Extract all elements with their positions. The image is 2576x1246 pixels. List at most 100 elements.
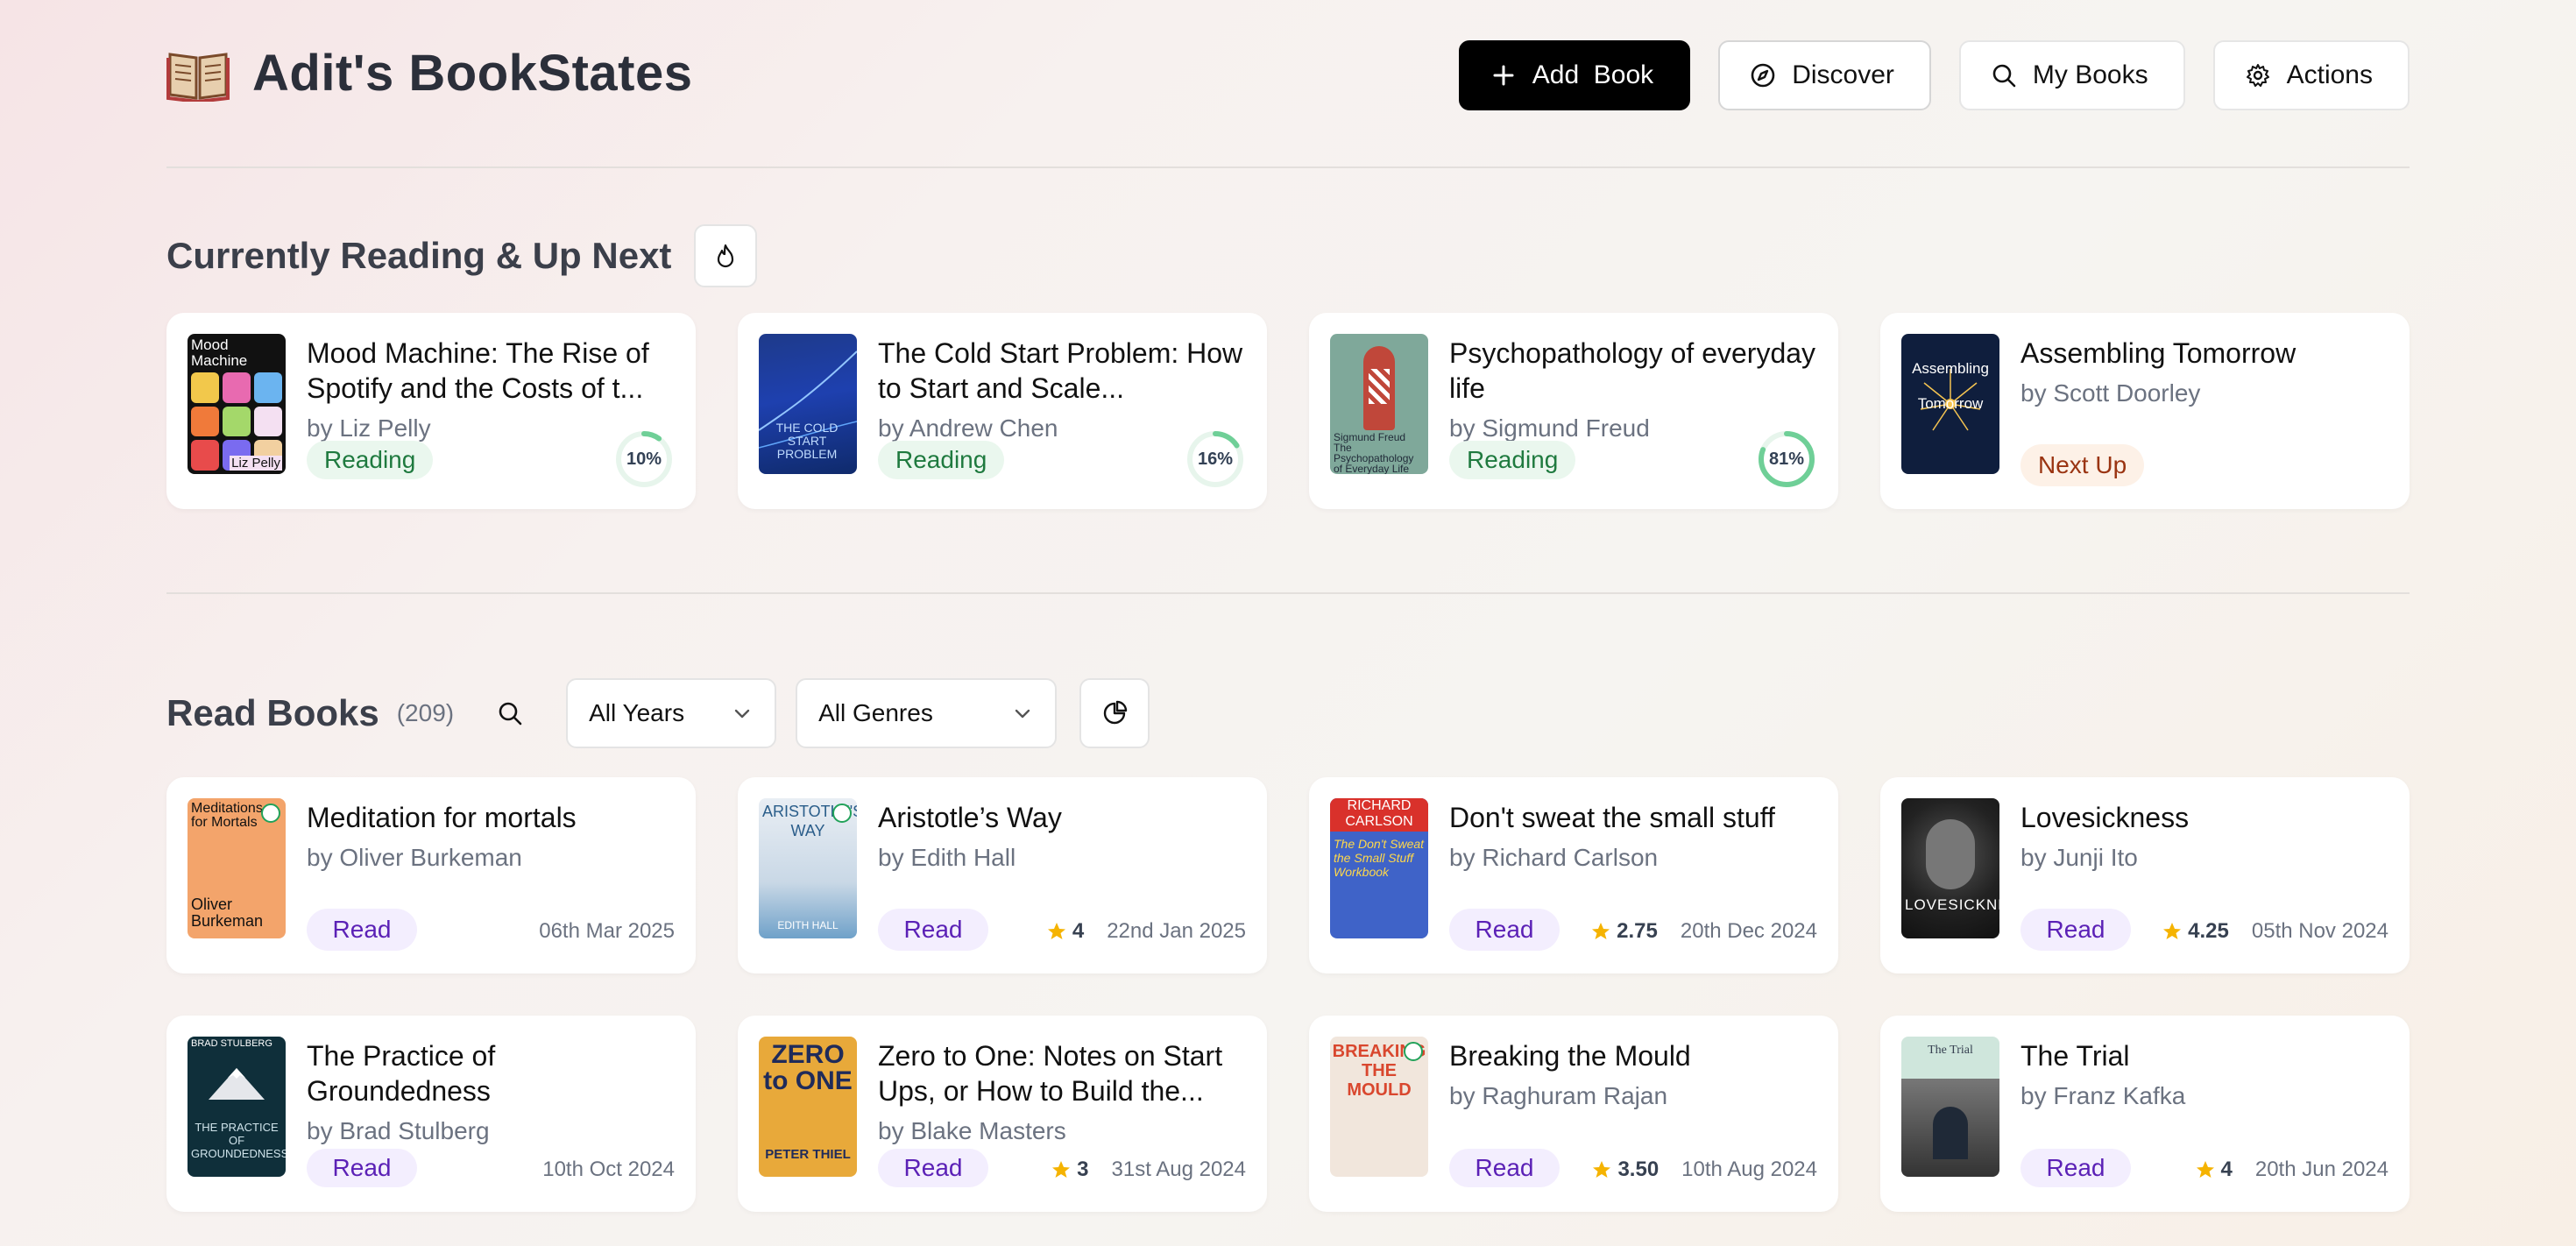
current-book-card[interactable]: THE COLD START PROBLEM The Cold Start Pr… (738, 313, 1267, 509)
year-filter-select[interactable]: All Years (566, 678, 777, 748)
chevron-down-icon (734, 709, 750, 719)
book-cover: ZERO to ONE PETER THIEL (759, 1037, 857, 1177)
status-badge: Read (307, 1149, 417, 1187)
chevron-down-icon (1015, 709, 1030, 719)
status-badge: Read (2020, 1149, 2131, 1187)
progress-ring: 10% (613, 428, 675, 490)
read-book-card[interactable]: RICHARD CARLSON The Don't Sweat the Smal… (1309, 777, 1838, 973)
read-book-card[interactable]: The Trial The Trial by Franz Kafka Read … (1880, 1016, 2410, 1212)
book-title: Meditation for mortals (307, 802, 577, 833)
discover-button[interactable]: Discover (1718, 40, 1931, 110)
book-cover: The Trial (1901, 1037, 1999, 1177)
status-badge: Read (307, 909, 417, 951)
read-date: 22nd Jan 2025 (1107, 919, 1246, 943)
book-author: by Junji Ito (2020, 844, 2138, 871)
flame-icon (718, 244, 734, 268)
logo[interactable]: Adit's BookStates (166, 44, 693, 103)
book-title: Breaking the Mould (1449, 1040, 1691, 1072)
star-icon (1052, 1161, 1071, 1178)
book-meta: 3 31st Aug 2024 (1051, 1158, 1246, 1182)
rating-value: 3 (1077, 1158, 1089, 1181)
status-badge: Read (878, 1149, 988, 1187)
cover-title: THE COLD START PROBLEM (775, 421, 839, 461)
top-nav: Add Book Discover My Books Actions (1458, 40, 2410, 110)
book-cover: Mood Machine Liz Pelly (188, 334, 286, 474)
book-title: Aristotle’s Way (878, 802, 1062, 833)
read-date: 20th Dec 2024 (1680, 919, 1817, 943)
stats-button[interactable] (1079, 678, 1150, 748)
status-badge: Read (1449, 909, 1560, 951)
progress-label: 10% (626, 450, 662, 469)
plus-icon (1493, 65, 1514, 86)
read-date: 06th Mar 2025 (539, 919, 675, 943)
actions-label: Actions (2286, 60, 2373, 89)
read-book-card[interactable]: Meditations for Mortals Oliver Burkeman … (166, 777, 696, 973)
read-count: (209) (396, 699, 455, 726)
star-icon (1047, 923, 1065, 939)
actions-button[interactable]: Actions (2212, 40, 2410, 110)
book-cover: BREAKING THE MOULD (1330, 1037, 1428, 1177)
read-book-card[interactable]: BREAKING THE MOULD Breaking the Mould by… (1309, 1016, 1838, 1212)
current-book-card[interactable]: Sigmund Freud The Psychopathology of Eve… (1309, 313, 1838, 509)
read-book-card[interactable]: BRAD STULBERG THE PRACTICE OF GROUNDEDNE… (166, 1016, 696, 1212)
read-book-card[interactable]: ZERO to ONE PETER THIEL Zero to One: Not… (738, 1016, 1267, 1212)
book-cover: Assembling Tomorrow (1901, 334, 1999, 474)
book-meta: 06th Mar 2025 (539, 919, 675, 944)
book-author: by Liz Pelly (307, 414, 431, 442)
book-author: by Oliver Burkeman (307, 844, 522, 871)
globe-icon (261, 804, 280, 823)
read-book-card[interactable]: LOVESICKNESS Lovesickness by Junji Ito R… (1880, 777, 2410, 973)
book-title: Psychopathology of everyday life (1449, 337, 1816, 404)
progress-ring: 81% (1756, 428, 1817, 490)
book-author: by Blake Masters (878, 1117, 1066, 1144)
book-meta: 4 20th Jun 2024 (2195, 1158, 2388, 1182)
globe-icon (832, 804, 852, 823)
book-cover: Sigmund Freud The Psychopathology of Eve… (1330, 334, 1428, 474)
book-author: by Edith Hall (878, 844, 1016, 871)
book-title: Zero to One: Notes on Start Ups, or How … (878, 1040, 1223, 1107)
star-icon (2163, 923, 2182, 939)
star-icon (2196, 1161, 2214, 1178)
cover-title: RICHARD CARLSON (1330, 798, 1428, 832)
book-title: The Trial (2020, 1040, 2130, 1072)
rating-value: 2.75 (1617, 919, 1658, 943)
streak-button[interactable] (694, 224, 758, 287)
rating-value: 3.50 (1617, 1158, 1660, 1181)
book-author: by Andrew Chen (878, 414, 1058, 442)
current-book-card[interactable]: Mood Machine Liz Pelly Mood Machine: The… (166, 313, 696, 509)
year-filter-value: All Years (589, 699, 685, 726)
current-book-card[interactable]: Assembling Tomorrow Assembling Tomorrow … (1880, 313, 2410, 509)
book-title: The Practice of Groundedness (307, 1040, 496, 1107)
my-books-label: My Books (2032, 60, 2148, 89)
cover-author: PETER THIEL (765, 1147, 851, 1162)
rating: 4.25 (2162, 919, 2229, 944)
gear-icon (2246, 64, 2269, 87)
read-book-card[interactable]: ARISTOTLE'S WAY EDITH HALL Aristotle’s W… (738, 777, 1267, 973)
add-book-button[interactable]: Add Book (1458, 40, 1691, 110)
genre-filter-select[interactable]: All Genres (796, 678, 1058, 748)
book-author: by Franz Kafka (2020, 1082, 2186, 1109)
cover-title: ZERO to ONE (763, 1040, 853, 1095)
my-books-button[interactable]: My Books (1958, 40, 2185, 110)
cover-title: THE PRACTICE OF GROUNDEDNESS (191, 1121, 286, 1160)
progress-label: 81% (1768, 450, 1805, 469)
cover-author: BRAD STULBERG (191, 1038, 272, 1049)
status-badge: Read (1449, 1149, 1560, 1187)
open-book-icon (166, 52, 230, 102)
search-icon (1992, 64, 2016, 88)
status-badge: Next Up (2020, 444, 2145, 486)
read-date: 31st Aug 2024 (1111, 1158, 1246, 1181)
cover-title: Mood Machine (191, 336, 248, 369)
book-meta: 2.75 20th Dec 2024 (1590, 919, 1817, 944)
status-badge: Reading (307, 441, 434, 479)
book-author: by Sigmund Freud (1449, 414, 1650, 442)
rating: 4 (1046, 919, 1084, 944)
book-cover: LOVESICKNESS (1901, 798, 1999, 938)
rating: 3 (1051, 1158, 1089, 1182)
cover-title: Assembling Tomorrow (1912, 360, 1989, 412)
progress-label: 16% (1197, 450, 1234, 469)
book-author: by Scott Doorley (2020, 379, 2201, 407)
cover-title: LOVESICKNESS (1905, 896, 1999, 913)
app-title: Adit's BookStates (252, 45, 693, 102)
search-books-button[interactable] (489, 692, 531, 734)
